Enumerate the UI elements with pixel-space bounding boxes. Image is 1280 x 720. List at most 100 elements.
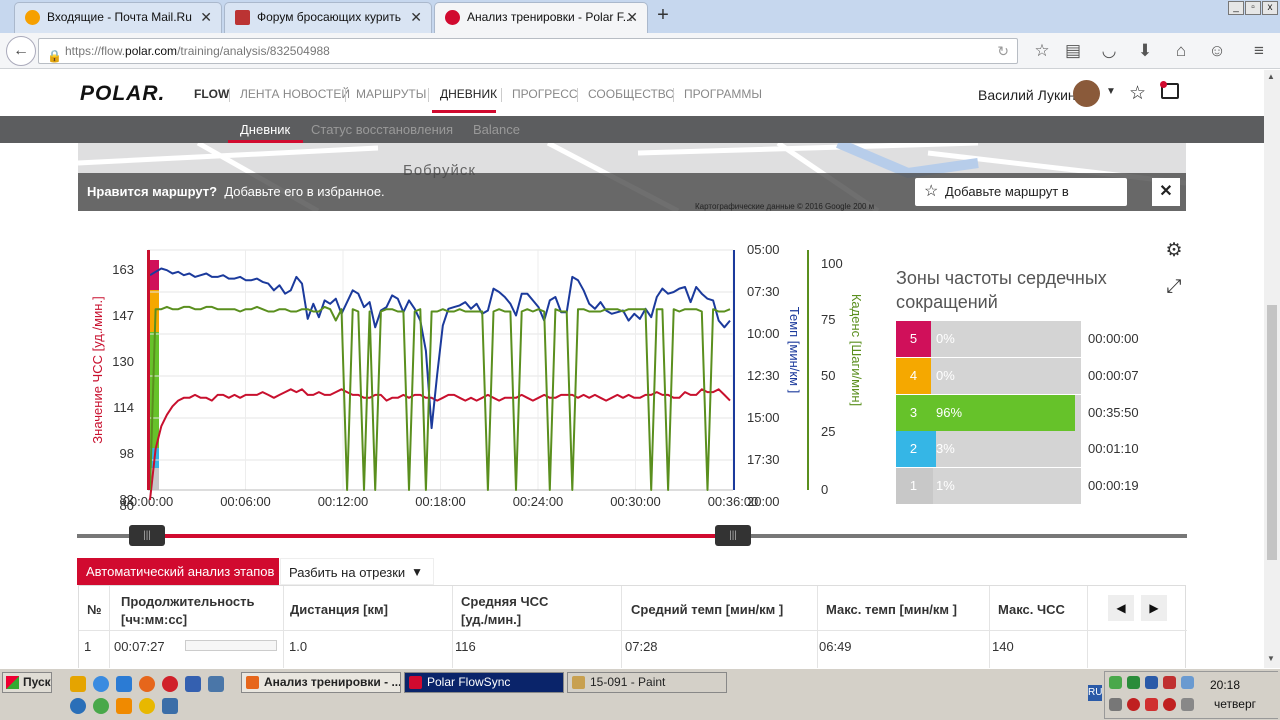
save-icon[interactable] [185, 676, 201, 692]
start-button[interactable]: Пуск [2, 672, 52, 693]
zone-percent: 96% [936, 404, 963, 420]
nav-routes[interactable]: МАРШРУТЫ [356, 87, 426, 101]
taskbar-paint[interactable]: 15-091 - Paint [567, 672, 727, 693]
pace-tick-label: 15:00 [747, 410, 780, 425]
tray-icon[interactable] [1163, 698, 1176, 711]
scroll-down-icon[interactable]: ▼ [1267, 654, 1275, 663]
settings-gear-icon[interactable]: ⚙ [1160, 237, 1188, 265]
hr-tick-label: 147 [112, 308, 134, 323]
subnav-diary[interactable]: Дневник [240, 122, 290, 137]
ie-icon[interactable] [70, 698, 86, 714]
col-header-max-hr: Макс. ЧСС [998, 602, 1065, 617]
zone-time: 00:00:19 [1088, 478, 1139, 494]
time-range-slider[interactable] [77, 534, 1187, 538]
zone-bar: 96% [931, 394, 1081, 431]
maximize-button[interactable]: ▫ [1245, 1, 1261, 15]
reload-icon[interactable]: ↻ [997, 39, 1009, 63]
tab-polar[interactable]: Анализ тренировки - Polar F... ✕ [434, 2, 648, 33]
hr-zone-strip [149, 290, 159, 332]
back-button[interactable]: ← [6, 36, 36, 66]
prev-column-button[interactable]: ◀ [1108, 595, 1134, 621]
chevron-down-icon[interactable]: ▼ [1106, 86, 1116, 97]
bookmark-star-icon[interactable]: ☆ [1032, 41, 1052, 61]
nav-news[interactable]: ЛЕНТА НОВОСТЕЙ [240, 87, 350, 101]
training-chart[interactable]: 16314713011498828005:0007:3010:0012:3015… [78, 228, 878, 528]
slider-start-handle[interactable]: ||| [129, 525, 165, 546]
slider-end-handle[interactable]: ||| [715, 525, 751, 546]
nav-community[interactable]: СООБЩЕСТВО [588, 87, 675, 101]
taskbar-firefox[interactable]: Анализ тренировки - ... [241, 672, 401, 693]
next-column-button[interactable]: ▶ [1141, 595, 1167, 621]
new-tab-button[interactable]: + [652, 4, 674, 27]
pocket-icon[interactable]: ◡ [1099, 41, 1119, 61]
zone-percent: 0% [936, 331, 955, 346]
scroll-up-icon[interactable]: ▲ [1267, 72, 1275, 81]
flow-label[interactable]: FLOW [194, 87, 229, 101]
quicklaunch-icon[interactable] [116, 676, 132, 692]
quicklaunch-icon[interactable] [70, 676, 86, 692]
quicklaunch-icon[interactable] [162, 698, 178, 714]
split-segments-dropdown[interactable]: Разбить на отрезки ▼ [280, 558, 434, 585]
tray-icon[interactable] [1145, 698, 1158, 711]
volume-icon[interactable] [1181, 698, 1194, 711]
media-player-icon[interactable] [139, 698, 155, 714]
minimize-button[interactable]: _ [1228, 1, 1244, 15]
download-icon[interactable]: ⬇ [1135, 41, 1155, 61]
cell-avg-pace: 07:28 [625, 639, 658, 654]
subnav-balance[interactable]: Balance [473, 122, 520, 137]
paint-icon [572, 676, 585, 689]
shield-icon[interactable] [1163, 676, 1176, 689]
tray-icon[interactable] [1109, 698, 1122, 711]
x-tick-label: 00:12:00 [318, 494, 369, 509]
nav-progress[interactable]: ПРОГРЕСС [512, 87, 578, 101]
nav-diary[interactable]: ДНЕВНИК [440, 87, 497, 101]
close-icon[interactable]: ✕ [1152, 178, 1180, 206]
avatar[interactable] [1073, 80, 1100, 107]
fullscreen-icon[interactable]: ⤢ [1160, 273, 1188, 301]
route-map[interactable]: Бобруйск Нравится маршрут? Добавьте его … [78, 143, 1186, 211]
favorites-star-icon[interactable]: ☆ [1129, 82, 1146, 105]
quicklaunch-icon[interactable] [93, 698, 109, 714]
menu-icon[interactable]: ≡ [1249, 41, 1269, 61]
taskbar-flowsync[interactable]: Polar FlowSync [404, 672, 564, 693]
auto-phase-analysis-button[interactable]: Автоматический анализ этапов [77, 558, 279, 585]
zone-time: 00:01:10 [1088, 441, 1139, 457]
address-bar[interactable]: 🔒 https://flow.polar.com/training/analys… [38, 38, 1018, 64]
close-icon[interactable]: ✕ [200, 3, 212, 32]
language-indicator[interactable]: RU [1088, 685, 1102, 701]
zone-number: 2 [896, 431, 931, 468]
browser-window: { "browser":{ "tabs":[ {"label":"Входящи… [0, 0, 1280, 720]
close-icon[interactable]: ✕ [626, 3, 638, 32]
tray-icon[interactable] [1181, 676, 1194, 689]
vk-icon[interactable] [208, 676, 224, 692]
x-tick-label: 00:18:00 [415, 494, 466, 509]
tray-icon[interactable] [1127, 676, 1140, 689]
scrollbar-thumb[interactable] [1267, 305, 1277, 560]
network-icon[interactable] [1145, 676, 1158, 689]
url-prefix: https://flow. [65, 44, 126, 58]
nav-divider [345, 88, 346, 102]
tab-mail[interactable]: Входящие - Почта Mail.Ru ✕ [14, 2, 222, 33]
polar-logo[interactable]: POLAR. [80, 82, 165, 106]
page-scrollbar[interactable]: ▲ ▼ [1264, 70, 1280, 668]
home-icon[interactable]: ⌂ [1171, 41, 1191, 61]
chrome-icon[interactable] [93, 676, 109, 692]
nav-programs[interactable]: ПРОГРАММЫ [684, 87, 762, 101]
firefox-icon[interactable] [139, 676, 155, 692]
odnoklassniki-icon[interactable] [116, 698, 132, 714]
chat-icon[interactable]: ☺ [1207, 41, 1227, 61]
close-window-button[interactable]: x [1262, 1, 1278, 15]
zone-bar: 3% [931, 431, 1081, 468]
add-favorite-button[interactable]: ☆ Добавьте маршрут в избранное [915, 178, 1127, 206]
tray-icon[interactable] [1127, 698, 1140, 711]
reading-list-icon[interactable]: ▤ [1063, 41, 1083, 61]
clock-time[interactable]: 20:18 [1210, 678, 1240, 692]
user-name[interactable]: Василий Лукин [978, 87, 1076, 103]
start-label: Пуск [23, 675, 51, 689]
subnav-recovery[interactable]: Статус восстановления [311, 122, 453, 137]
tray-icon[interactable] [1109, 676, 1122, 689]
tab-forum[interactable]: Форум бросающих курить ✕ [224, 2, 432, 33]
opera-icon[interactable] [162, 676, 178, 692]
close-icon[interactable]: ✕ [410, 3, 422, 32]
cell-duration: 00:07:27 [114, 639, 165, 654]
